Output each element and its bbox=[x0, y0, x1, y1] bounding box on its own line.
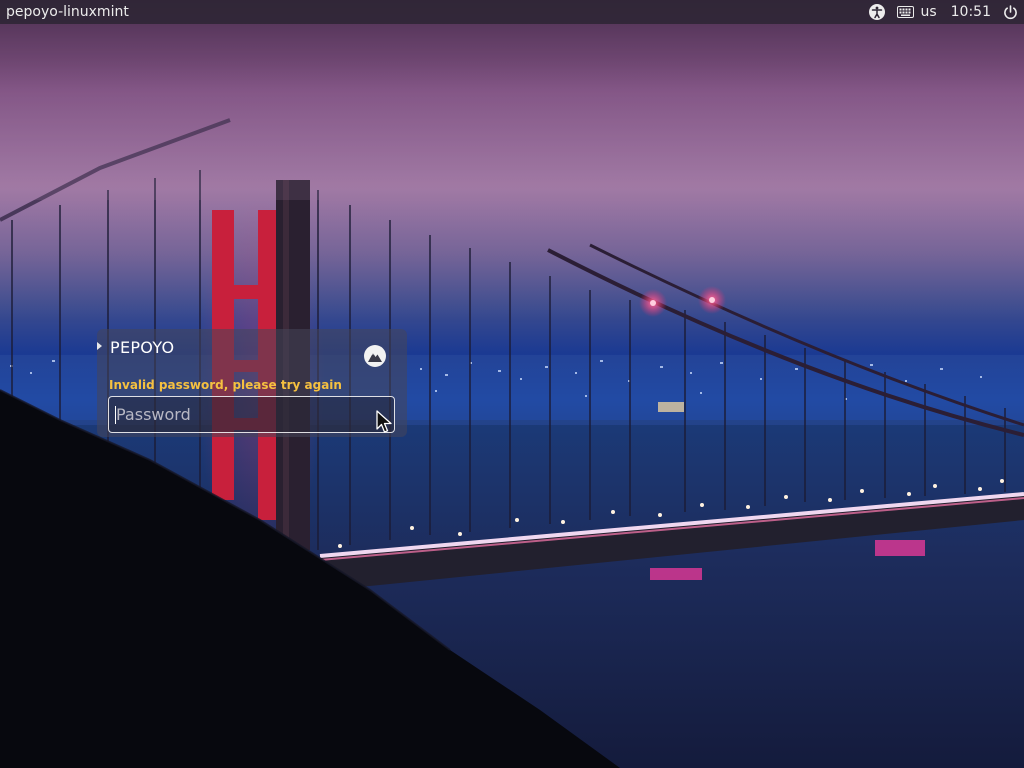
keyboard-icon bbox=[897, 6, 915, 18]
error-message: Invalid password, please try again bbox=[109, 378, 342, 392]
session-button[interactable] bbox=[364, 345, 386, 367]
greeter-screen: pepoyo-linuxmint us 10:51 PEPOYO Invalid… bbox=[0, 0, 1024, 768]
clock: 10:51 bbox=[950, 4, 991, 20]
indicator-area: us 10:51 bbox=[857, 0, 1018, 24]
user-name[interactable]: PEPOYO bbox=[110, 338, 174, 357]
text-caret bbox=[115, 406, 116, 424]
selected-user-arrow-icon bbox=[97, 342, 102, 350]
password-field[interactable] bbox=[108, 396, 395, 433]
top-panel: pepoyo-linuxmint us 10:51 bbox=[0, 0, 1024, 24]
submit-arrow-icon[interactable] bbox=[366, 405, 388, 427]
accessibility-icon[interactable] bbox=[869, 0, 886, 24]
keyboard-layout-indicator[interactable]: us bbox=[897, 0, 937, 24]
hostname-label: pepoyo-linuxmint bbox=[6, 4, 129, 20]
password-input[interactable] bbox=[109, 397, 359, 432]
login-box: PEPOYO Invalid password, please try agai… bbox=[97, 329, 407, 437]
keyboard-layout-label: us bbox=[920, 4, 937, 20]
mint-session-icon bbox=[367, 349, 383, 363]
power-icon[interactable] bbox=[1003, 0, 1018, 24]
